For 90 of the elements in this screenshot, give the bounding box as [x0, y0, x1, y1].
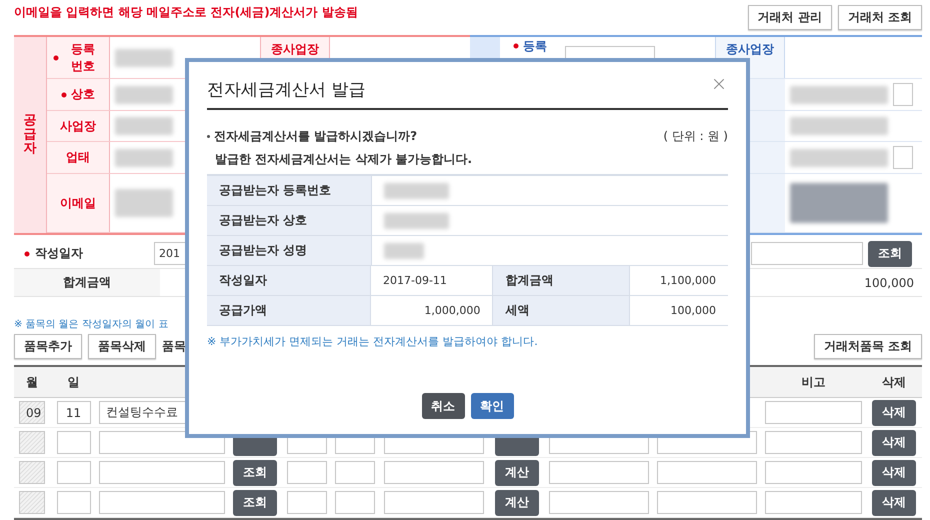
confirm-button[interactable]: 확인 — [470, 393, 514, 419]
amount-value: 100,000 — [670, 304, 716, 317]
partner-button[interactable]: 거래처 조회 — [838, 5, 922, 30]
field-label: 사업장 — [60, 118, 96, 134]
dialog-note: ※ 부가가치세가 면제되는 거래는 전자계산서를 발급하여야 합니다. — [207, 334, 539, 349]
supplier-section-label: 공급자 — [14, 37, 47, 233]
item-button[interactable]: 품목삭제 — [88, 334, 156, 358]
item-name-field[interactable] — [99, 431, 225, 454]
total-label: 합계금액 — [14, 269, 160, 296]
item-label: 품목 — [162, 338, 186, 354]
remarks-field[interactable] — [765, 491, 862, 514]
lookup-button[interactable]: 조회 — [868, 240, 912, 266]
delete-button[interactable]: 삭제 — [872, 430, 916, 456]
text-field[interactable] — [751, 242, 863, 265]
text-field[interactable] — [893, 83, 913, 106]
redacted-value — [115, 86, 173, 104]
text-field[interactable] — [893, 146, 913, 169]
remarks-field[interactable] — [765, 461, 862, 484]
recipient-label: 공급받는자 상호 — [207, 206, 372, 235]
redacted-value — [115, 148, 173, 166]
label-cell — [750, 142, 785, 173]
month-field — [19, 431, 45, 454]
field-label: 상호 — [71, 86, 95, 103]
unit-label: ( 단위 : 원 ) — [663, 128, 728, 145]
text-field[interactable] — [335, 491, 375, 514]
dialog-question: 전자세금계산서를 발급하시겠습니까? — [214, 128, 418, 145]
item-name-field[interactable] — [99, 491, 225, 514]
amount-value: 2017-09-11 — [382, 274, 447, 287]
label-cell — [750, 111, 785, 141]
text-field[interactable] — [549, 461, 649, 484]
partner-button[interactable]: 거래처 관리 — [748, 5, 832, 30]
text-field[interactable] — [335, 461, 375, 484]
label-cell — [750, 79, 785, 110]
redacted-value — [115, 48, 173, 66]
delete-button[interactable]: 삭제 — [872, 490, 916, 516]
item-button[interactable]: 품목추가 — [14, 334, 82, 358]
column-header: 일 — [66, 374, 80, 390]
redacted-value — [384, 212, 449, 228]
amount-value: 1,100,000 — [660, 274, 716, 287]
redacted-value — [384, 182, 449, 198]
month-field — [19, 491, 45, 514]
amount-value: 1,000,000 — [424, 304, 480, 317]
total-value: 100,000 — [864, 276, 914, 290]
recipient-label: 공급받는자 성명 — [207, 236, 372, 265]
items-note: ※ 품목의 월은 작성일자의 월이 표 — [14, 318, 170, 331]
text-field[interactable] — [384, 461, 484, 484]
item-name-field[interactable] — [99, 461, 225, 484]
column-header: 비고 — [800, 374, 826, 390]
redacted-value — [384, 242, 424, 258]
dialog-title: 전자세금계산서 발급 — [207, 78, 366, 100]
field-label: 이메일 — [60, 194, 96, 212]
redacted-value — [115, 189, 173, 217]
text-field[interactable] — [657, 461, 757, 484]
email-notice: 이메일을 입력하면 해당 메일주소로 전자(세금)계산서가 발송됨 — [14, 4, 358, 21]
column-header: 월 — [25, 374, 39, 390]
amount-label: 작성일자 — [207, 266, 371, 295]
day-field[interactable] — [56, 461, 90, 484]
text-field[interactable] — [657, 491, 757, 514]
day-field[interactable] — [56, 491, 90, 514]
month-field: 09 — [19, 401, 45, 424]
field-label: 업태 — [66, 149, 90, 166]
cancel-button[interactable]: 취소 — [422, 393, 464, 419]
text-field[interactable] — [549, 491, 649, 514]
text-field[interactable] — [287, 461, 327, 484]
calculate-button[interactable]: 계산 — [495, 460, 539, 486]
partner-items-button[interactable]: 거래처품목 조회 — [814, 334, 922, 358]
field-label: 등록 — [523, 39, 547, 53]
day-field[interactable]: 11 — [56, 401, 90, 424]
field-label: 작성일자 — [35, 245, 83, 262]
month-field — [19, 461, 45, 484]
redacted-value — [115, 117, 173, 135]
text-field[interactable] — [384, 491, 484, 514]
calculate-button[interactable]: 계산 — [495, 490, 539, 516]
label-cell — [750, 174, 785, 232]
recipient-label: 공급받는자 등록번호 — [207, 176, 372, 205]
delete-button[interactable]: 삭제 — [872, 400, 916, 426]
remarks-field[interactable] — [765, 401, 862, 424]
dialog-warning: 발급한 전자세금계산서는 삭제가 불가능합니다. — [215, 151, 474, 168]
bullet-icon — [207, 135, 210, 138]
delete-button[interactable]: 삭제 — [872, 460, 916, 486]
text-field[interactable] — [287, 491, 327, 514]
amount-label: 세액 — [492, 296, 630, 325]
day-field[interactable] — [56, 431, 90, 454]
field-label: 등록 번호 — [70, 40, 96, 74]
lookup-button[interactable]: 조회 — [233, 490, 277, 516]
amount-label: 공급가액 — [207, 296, 371, 325]
amount-label: 합계금액 — [492, 266, 630, 295]
lookup-button[interactable]: 조회 — [233, 460, 277, 486]
column-header: 삭제 — [881, 374, 907, 390]
remarks-field[interactable] — [765, 431, 862, 454]
